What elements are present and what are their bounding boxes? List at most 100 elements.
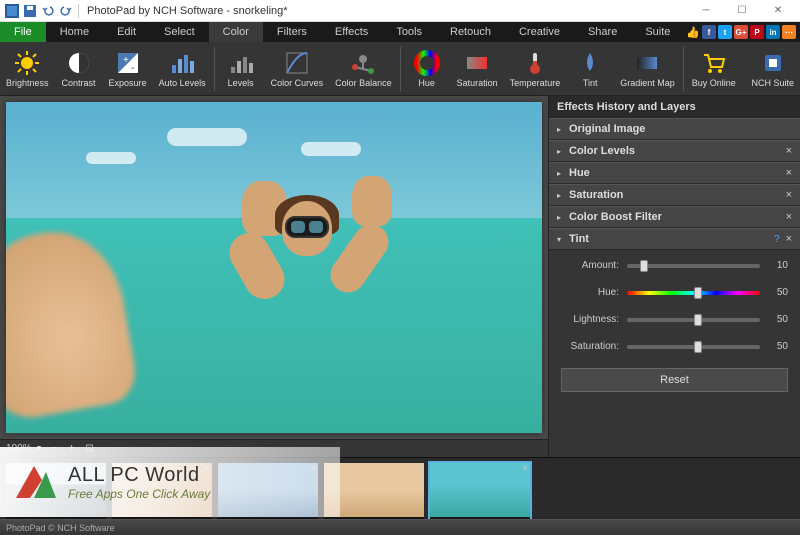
ribbon-temperature-button[interactable]: Temperature (504, 44, 567, 94)
close-icon[interactable]: × (416, 463, 422, 474)
social-icon[interactable]: in (766, 25, 780, 39)
thumbnail-image (218, 463, 318, 517)
slider-thumb[interactable] (694, 287, 702, 299)
menu-creative[interactable]: Creative (505, 22, 574, 42)
slider-value: 50 (768, 287, 788, 298)
menu-effects[interactable]: Effects (321, 22, 382, 42)
accordion-label: Color Levels (569, 145, 786, 157)
social-icon[interactable]: ⋯ (782, 25, 796, 39)
zoom-in-button[interactable]: + (65, 442, 79, 456)
slider-thumb[interactable] (640, 260, 648, 272)
slider-track[interactable] (627, 264, 760, 268)
chevron-right-icon: ▸ (557, 191, 569, 200)
social-icon[interactable]: f (702, 25, 716, 39)
suite-icon (759, 49, 787, 77)
image-canvas[interactable] (6, 102, 542, 433)
accordion-saturation[interactable]: ▸Saturation× (549, 184, 800, 206)
temperature-icon (521, 49, 549, 77)
close-icon[interactable]: × (786, 167, 792, 179)
menu-retouch[interactable]: Retouch (436, 22, 505, 42)
close-button[interactable]: ✕ (760, 1, 796, 21)
menu-home[interactable]: Home (46, 22, 103, 42)
menu-select[interactable]: Select (150, 22, 209, 42)
zoom-fit-button[interactable]: ⊡ (83, 442, 97, 456)
chevron-right-icon: ▸ (557, 169, 569, 178)
menu-filters[interactable]: Filters (263, 22, 321, 42)
separator (214, 47, 215, 91)
thumbnail-image (324, 463, 424, 517)
close-icon[interactable]: × (786, 145, 792, 157)
chevron-right-icon: ▸ (557, 213, 569, 222)
accordion-tint[interactable]: ▾ Tint ? × (549, 228, 800, 250)
ribbon-label: Tint (583, 78, 598, 88)
maximize-button[interactable]: ☐ (724, 1, 760, 21)
zoom-dropdown-icon[interactable]: ▼ (36, 445, 43, 452)
menu-tools[interactable]: Tools (382, 22, 436, 42)
cart-icon (700, 49, 728, 77)
accordion-label: Tint (569, 233, 774, 245)
close-icon[interactable]: × (786, 211, 792, 223)
ribbon-autolevels-button[interactable]: Auto Levels (153, 44, 212, 94)
ribbon-label: Color Balance (335, 78, 392, 88)
ribbon-cart-button[interactable]: Buy Online (686, 44, 742, 94)
app-icon[interactable] (4, 3, 20, 19)
undo-icon[interactable] (40, 3, 56, 19)
ribbon-balance-button[interactable]: Color Balance (329, 44, 398, 94)
slider-label: Lightness: (561, 314, 619, 325)
zoom-bar: 100% ▼ − + ⊡ (0, 439, 548, 457)
social-icon[interactable]: G+ (734, 25, 748, 39)
close-icon[interactable]: × (98, 463, 104, 474)
ribbon-gradient-button[interactable]: Gradient Map (614, 44, 681, 94)
ribbon-curves-button[interactable]: Color Curves (265, 44, 330, 94)
menu-file[interactable]: File (0, 22, 46, 42)
ribbon-toolbar: BrightnessContrast+-ExposureAuto LevelsL… (0, 42, 800, 96)
menu-suite[interactable]: Suite (631, 22, 684, 42)
minimize-button[interactable]: ─ (688, 1, 724, 21)
slider-thumb[interactable] (694, 314, 702, 326)
ribbon-contrast-button[interactable]: Contrast (55, 44, 103, 94)
chevron-right-icon: ▸ (557, 147, 569, 156)
social-icon[interactable]: t (718, 25, 732, 39)
ribbon-tint-button[interactable]: Tint (566, 44, 614, 94)
thumbnail-image (430, 463, 530, 517)
close-icon[interactable]: × (310, 463, 316, 474)
panel-title: Effects History and Layers (549, 96, 800, 118)
title-bar: PhotoPad by NCH Software - snorkeling* ─… (0, 0, 800, 22)
menu-share[interactable]: Share (574, 22, 631, 42)
slider-thumb[interactable] (694, 341, 702, 353)
chevron-right-icon: ▸ (557, 125, 569, 134)
ribbon-label: Buy Online (692, 78, 736, 88)
close-icon[interactable]: × (522, 463, 528, 474)
slider-value: 50 (768, 314, 788, 325)
slider-value: 10 (768, 260, 788, 271)
accordion-hue[interactable]: ▸Hue× (549, 162, 800, 184)
save-icon[interactable] (22, 3, 38, 19)
ribbon-exposure-button[interactable]: +-Exposure (103, 44, 153, 94)
close-icon[interactable]: × (786, 233, 792, 245)
canvas-viewport[interactable] (0, 96, 548, 439)
close-icon[interactable]: × (204, 463, 210, 474)
ribbon-nch-suite-button[interactable]: NCH Suite (745, 44, 800, 94)
ribbon-brightness-button[interactable]: Brightness (0, 44, 55, 94)
hue-icon (413, 49, 441, 77)
accordion-color-boost-filter[interactable]: ▸Color Boost Filter× (549, 206, 800, 228)
menu-color[interactable]: Color (209, 22, 263, 42)
ribbon-levels-button[interactable]: Levels (217, 44, 265, 94)
slider-label: Amount: (561, 260, 619, 271)
menu-edit[interactable]: Edit (103, 22, 150, 42)
close-icon[interactable]: × (786, 189, 792, 201)
slider-track[interactable] (627, 291, 760, 295)
thumbs-up-icon[interactable]: 👍 (686, 26, 700, 39)
saturation-icon (463, 49, 491, 77)
redo-icon[interactable] (58, 3, 74, 19)
ribbon-saturation-button[interactable]: Saturation (451, 44, 504, 94)
accordion-original-image[interactable]: ▸Original Image (549, 118, 800, 140)
help-icon[interactable]: ? (774, 234, 780, 245)
accordion-color-levels[interactable]: ▸Color Levels× (549, 140, 800, 162)
social-icon[interactable]: P (750, 25, 764, 39)
slider-track[interactable] (627, 318, 760, 322)
zoom-out-button[interactable]: − (47, 442, 61, 456)
reset-button[interactable]: Reset (561, 368, 788, 392)
ribbon-hue-button[interactable]: Hue (403, 44, 451, 94)
slider-track[interactable] (627, 345, 760, 349)
